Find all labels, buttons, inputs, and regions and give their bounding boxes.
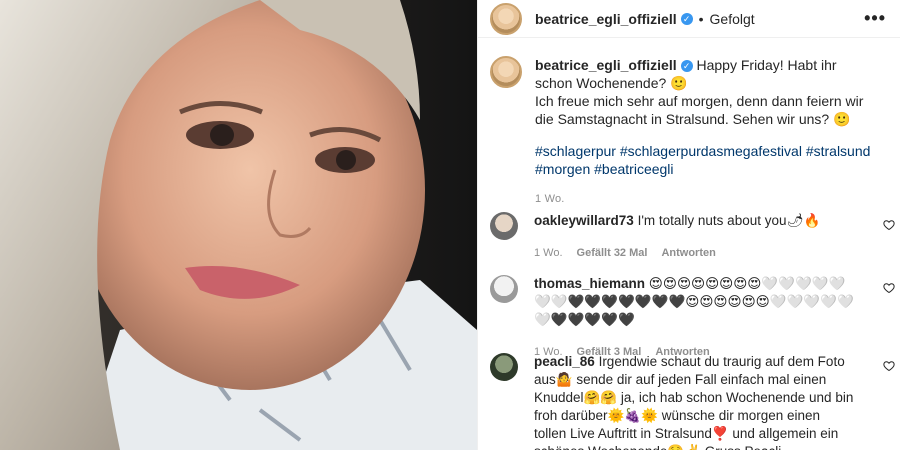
like-heart-icon[interactable] bbox=[883, 282, 895, 294]
comment-item: thomas_hiemann 😍😍😍😍😍😍😍😍🤍🤍🤍🤍🤍🤍🤍🖤🖤🖤🖤🖤🖤🖤😍😍😍… bbox=[490, 275, 895, 361]
author-avatar[interactable] bbox=[490, 2, 522, 35]
comment-meta: 1 Wo. Gefällt 32 Mal Antworten bbox=[534, 244, 854, 262]
comment-username[interactable]: oakleywillard73 bbox=[534, 213, 634, 228]
post-side-panel: beatrice_egli_offiziell ✓ • Gefolgt ••• … bbox=[477, 0, 900, 450]
more-options-icon[interactable]: ••• bbox=[864, 8, 886, 29]
caption-author-avatar[interactable] bbox=[490, 56, 522, 88]
verified-badge-icon: ✓ bbox=[680, 60, 693, 73]
commenter-avatar[interactable] bbox=[490, 212, 518, 240]
instagram-post-view: beatrice_egli_offiziell ✓ • Gefolgt ••• … bbox=[0, 0, 900, 450]
comment-username[interactable]: thomas_hiemann bbox=[534, 276, 645, 291]
author-username[interactable]: beatrice_egli_offiziell bbox=[535, 11, 677, 27]
like-heart-icon[interactable] bbox=[883, 360, 895, 372]
post-caption: beatrice_egli_offiziell ✓ Happy Friday! H… bbox=[478, 38, 900, 208]
commenter-avatar[interactable] bbox=[490, 275, 518, 303]
following-button[interactable]: Gefolgt bbox=[710, 11, 755, 27]
post-photo[interactable] bbox=[0, 0, 477, 450]
post-header: beatrice_egli_offiziell ✓ • Gefolgt ••• bbox=[478, 0, 900, 38]
caption-author-username[interactable]: beatrice_egli_offiziell bbox=[535, 57, 677, 73]
commenter-avatar[interactable] bbox=[490, 353, 518, 381]
comment-username[interactable]: peacli_86 bbox=[534, 354, 595, 369]
caption-hashtags[interactable]: #schlagerpur #schlagerpurdasmegafestival… bbox=[535, 142, 875, 178]
comment-age[interactable]: 1 Wo. bbox=[534, 244, 563, 262]
post-age[interactable]: 1 Wo. bbox=[535, 190, 875, 208]
comment-likes[interactable]: Gefällt 32 Mal bbox=[577, 244, 648, 262]
comment-text: I'm totally nuts about you🌶🔥 bbox=[637, 213, 821, 228]
verified-badge-icon: ✓ bbox=[680, 12, 693, 25]
comment-item: peacli_86 Irgendwie schaut du traurig au… bbox=[490, 353, 895, 450]
like-heart-icon[interactable] bbox=[883, 219, 895, 231]
separator-dot: • bbox=[698, 10, 704, 27]
caption-text-line2: Ich freue mich sehr auf morgen, denn dan… bbox=[535, 93, 864, 127]
reply-button[interactable]: Antworten bbox=[661, 244, 715, 262]
comment-item: oakleywillard73 I'm totally nuts about y… bbox=[490, 212, 895, 262]
portrait-image bbox=[0, 0, 477, 450]
